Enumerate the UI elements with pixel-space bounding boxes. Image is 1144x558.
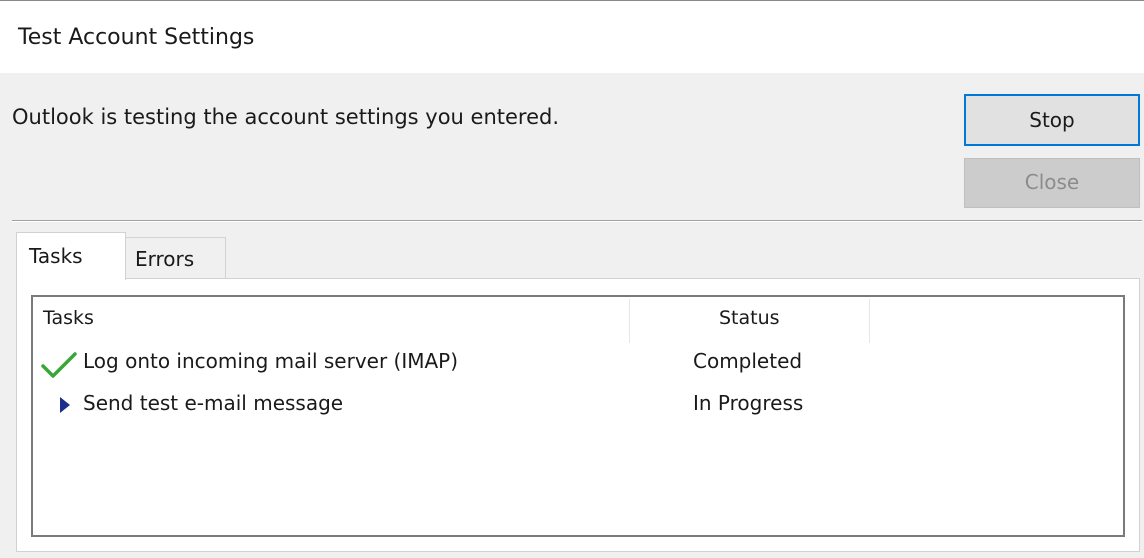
tab-tasks[interactable]: Tasks [16,232,126,280]
tab-errors[interactable]: Errors [124,237,226,279]
task-list: Tasks Status Log onto incoming mail serv… [31,295,1125,537]
close-button[interactable]: Close [964,158,1140,208]
column-separator [869,299,870,343]
tasks-tab-panel: Tasks Status Log onto incoming mail serv… [16,278,1140,552]
status-message: Outlook is testing the account settings … [12,105,560,129]
dialog-titlebar: Test Account Settings [0,0,1144,73]
stop-button[interactable]: Stop [964,94,1140,146]
task-status: Completed [693,349,803,373]
checkmark-icon [41,351,77,384]
column-header-tasks[interactable]: Tasks [43,307,94,329]
column-separator [629,299,630,343]
task-name: Send test e-mail message [83,391,344,415]
section-divider [12,220,1142,222]
dialog-title: Test Account Settings [18,25,255,50]
task-row: Log onto incoming mail server (IMAP) Com… [33,343,1123,383]
task-name: Log onto incoming mail server (IMAP) [83,349,459,373]
task-row: Send test e-mail message In Progress [33,385,1123,425]
arrow-right-icon [59,395,71,419]
task-status: In Progress [693,391,804,415]
column-header-status[interactable]: Status [719,307,780,329]
